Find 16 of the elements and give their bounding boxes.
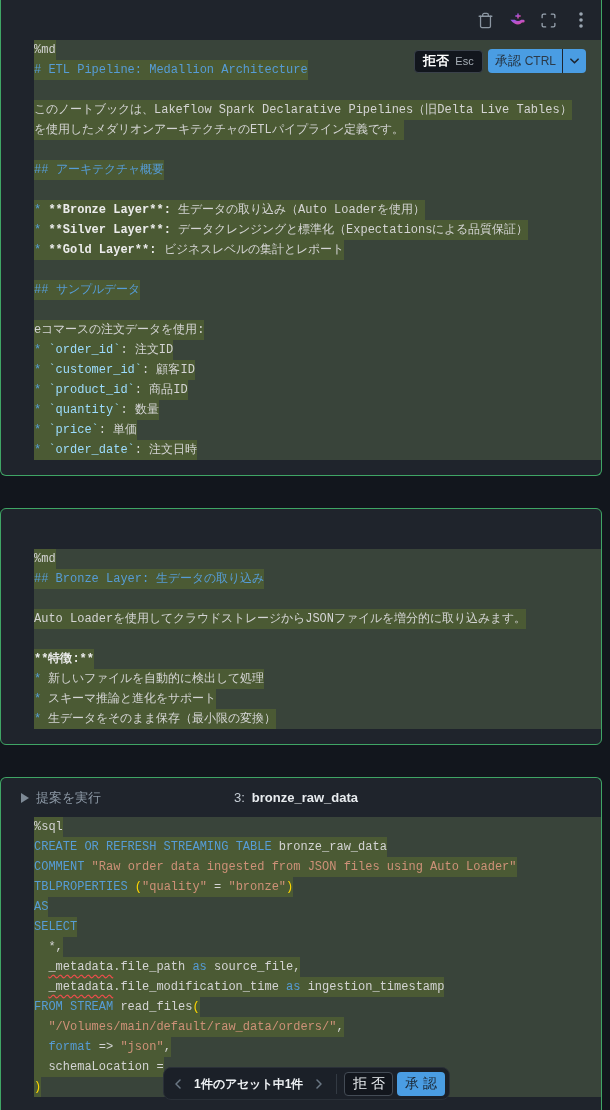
accept-options-button[interactable] xyxy=(562,49,586,73)
run-suggestion-button[interactable]: 提案を実行 xyxy=(21,787,101,808)
cell-index: 3: xyxy=(234,788,245,807)
fullscreen-icon[interactable] xyxy=(540,11,557,29)
reject-button[interactable]: 拒否 Esc xyxy=(414,49,483,73)
chevron-down-icon xyxy=(570,58,579,64)
cell-title: bronze_raw_data xyxy=(251,788,359,807)
chevron-left-icon[interactable] xyxy=(175,1078,181,1089)
play-icon xyxy=(21,792,29,803)
chevron-right-icon[interactable] xyxy=(316,1078,323,1089)
accept-button[interactable]: 承認 CTRL xyxy=(487,49,562,73)
reject-button[interactable]: 拒 否 xyxy=(344,1071,394,1096)
trash-icon[interactable] xyxy=(477,11,494,29)
accept-button[interactable]: 承 認 xyxy=(397,1071,446,1096)
asset-counter: 1件のアセット中1件 xyxy=(194,1075,304,1093)
more-options-icon[interactable] xyxy=(579,12,583,28)
